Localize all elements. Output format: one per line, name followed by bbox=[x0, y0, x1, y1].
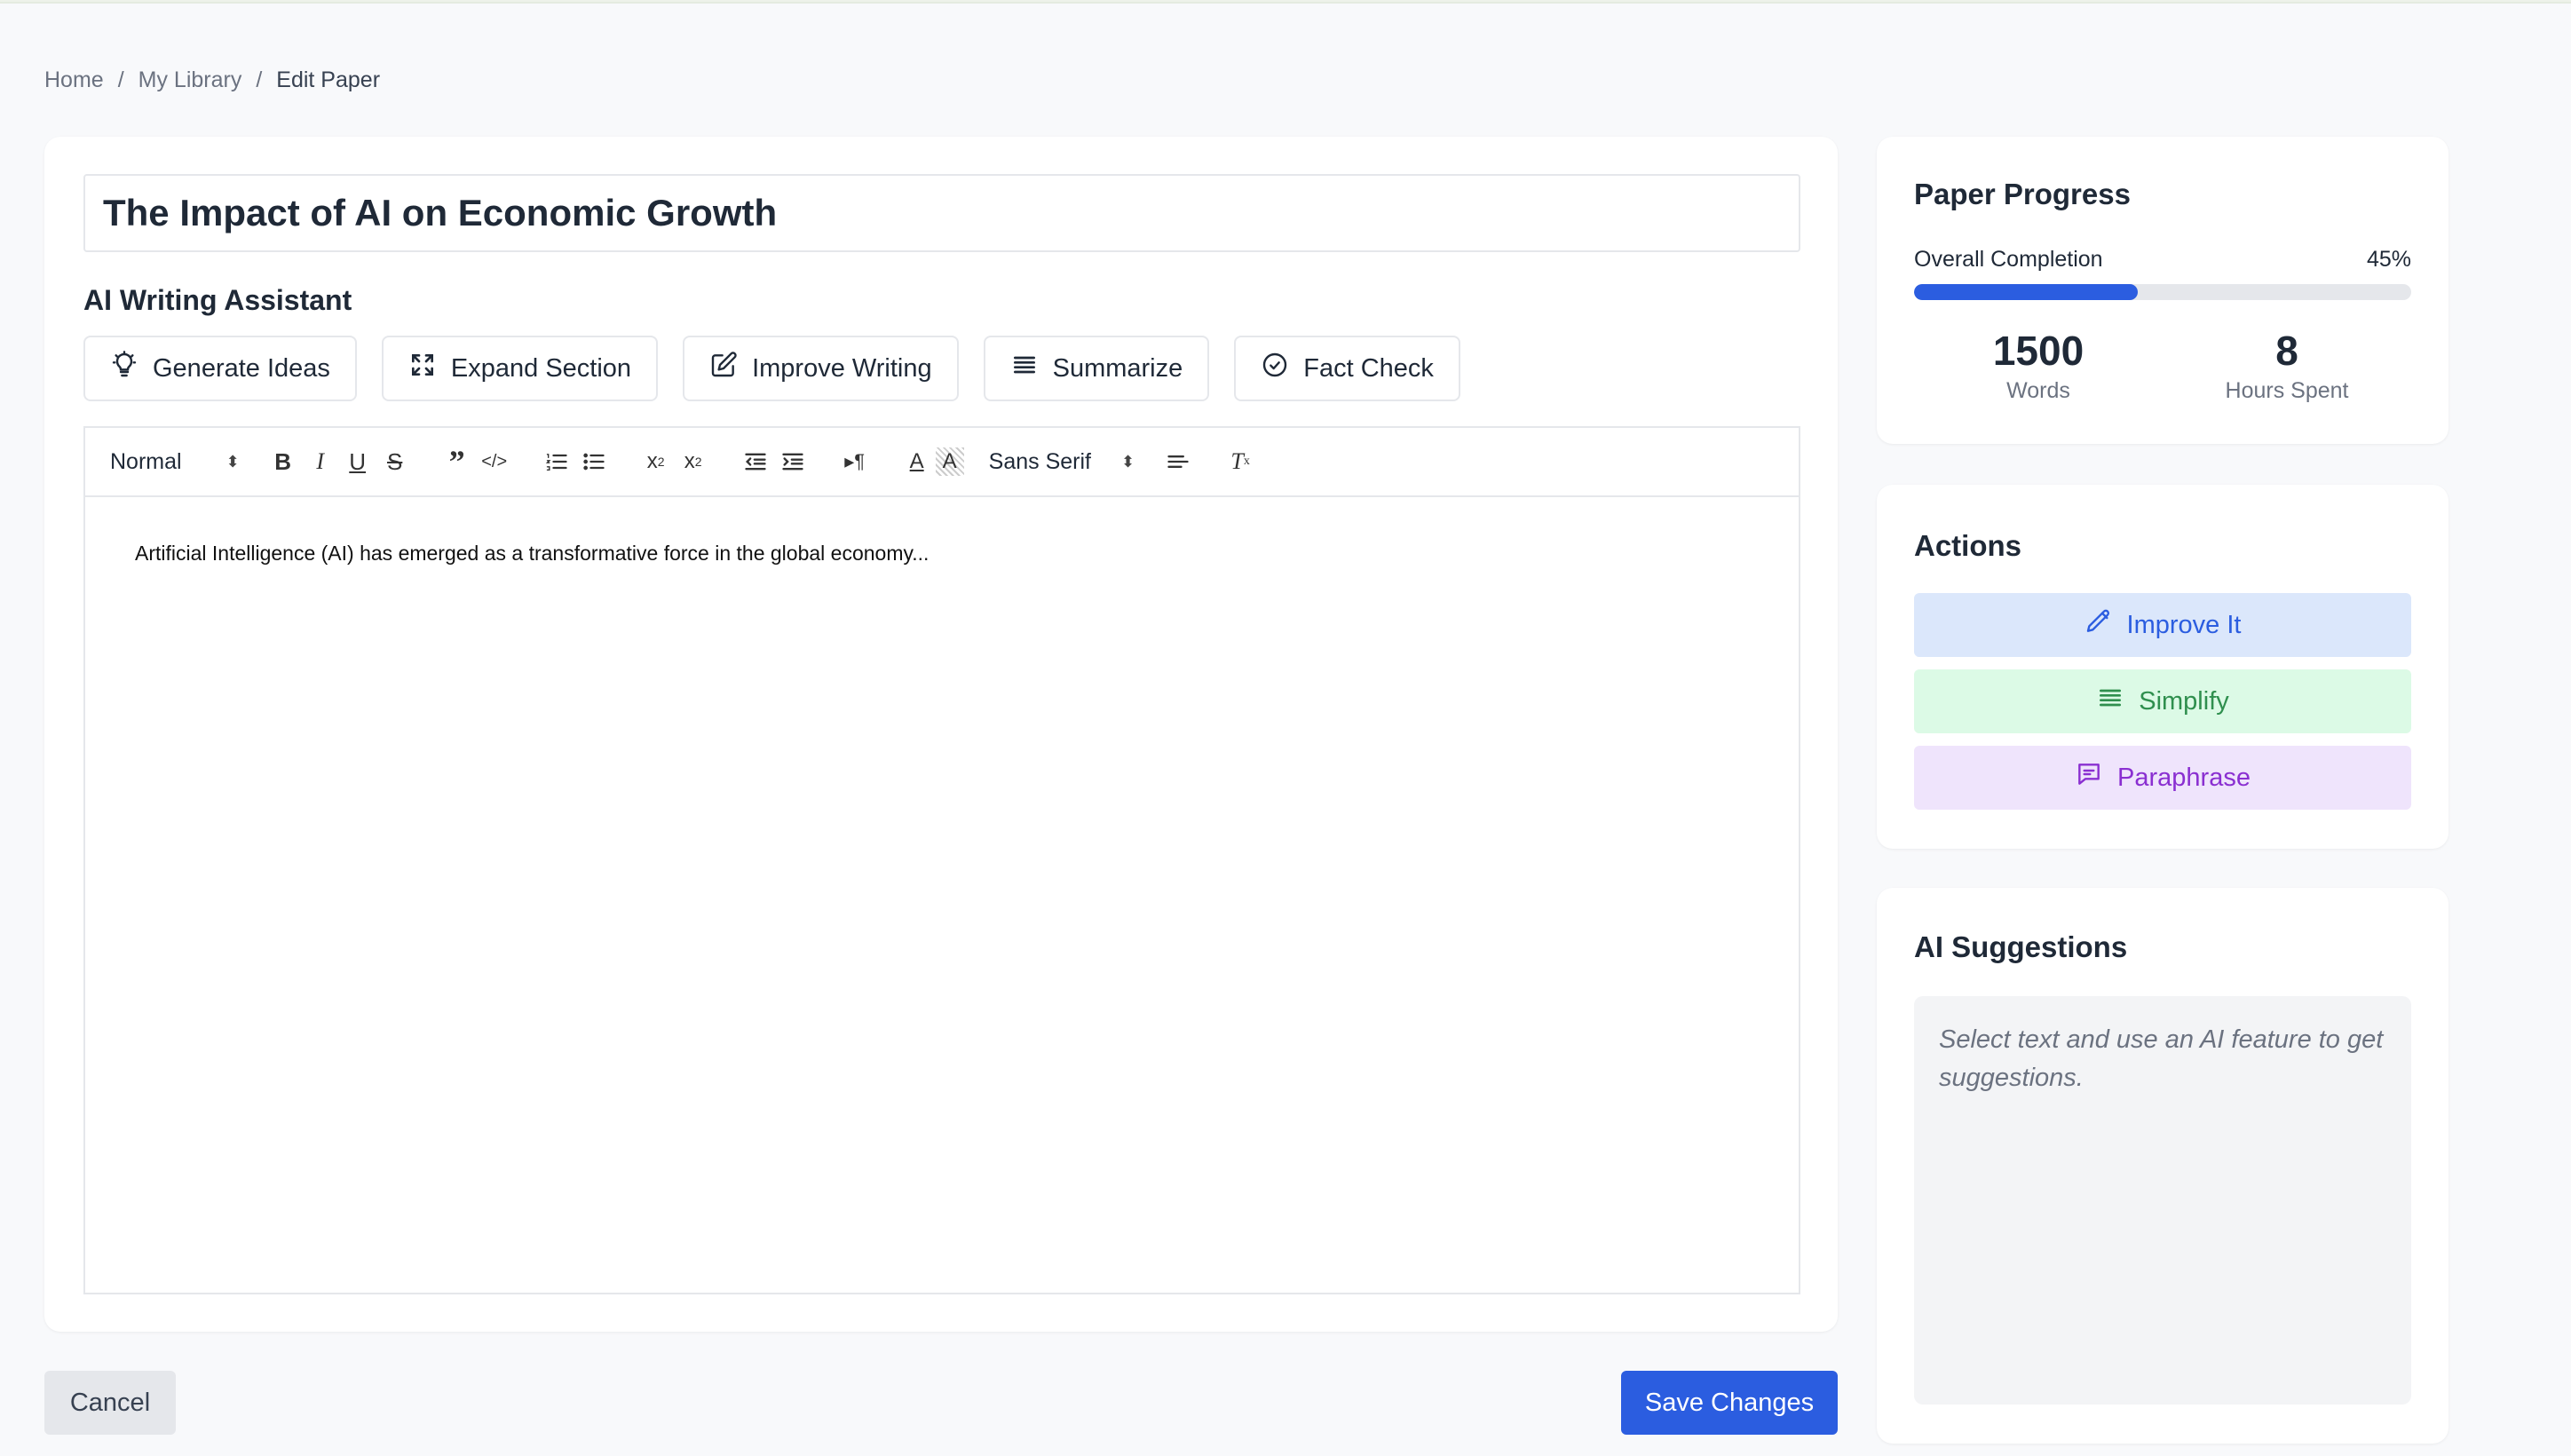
heading-select[interactable]: Normal ⬍ bbox=[110, 449, 240, 475]
underline-button[interactable]: U bbox=[339, 443, 376, 480]
progress-bar-fill bbox=[1914, 284, 2138, 300]
blockquote-icon[interactable]: ” bbox=[439, 443, 476, 480]
progress-bar bbox=[1914, 284, 2411, 300]
summarize-button[interactable]: Summarize bbox=[983, 336, 1210, 401]
breadcrumb-separator: / bbox=[117, 67, 124, 92]
hours-label: Hours Spent bbox=[2225, 378, 2349, 403]
improve-writing-button[interactable]: Improve Writing bbox=[683, 336, 959, 401]
fact-check-label: Fact Check bbox=[1303, 353, 1434, 383]
words-stat: 1500 Words bbox=[1914, 327, 2163, 404]
hours-value: 8 bbox=[2275, 328, 2298, 374]
generate-ideas-button[interactable]: Generate Ideas bbox=[83, 336, 357, 401]
paper-title-input[interactable]: The Impact of AI on Economic Growth bbox=[83, 174, 1800, 252]
code-block-icon[interactable]: </> bbox=[476, 443, 513, 480]
top-border bbox=[0, 0, 2571, 4]
font-color-icon[interactable]: A bbox=[898, 443, 936, 480]
clear-format-icon[interactable]: Tx bbox=[1222, 443, 1259, 480]
font-select-value: Sans Serif bbox=[988, 448, 1092, 474]
background-color-icon[interactable]: A bbox=[935, 447, 964, 476]
breadcrumb-current: Edit Paper bbox=[276, 67, 381, 92]
improve-writing-label: Improve Writing bbox=[752, 353, 932, 383]
subscript-icon[interactable]: x2 bbox=[637, 443, 675, 480]
ai-assistant-heading: AI Writing Assistant bbox=[83, 284, 352, 316]
simplify-label: Simplify bbox=[2139, 686, 2229, 716]
bold-button[interactable]: B bbox=[265, 443, 302, 480]
paper-progress-card: Paper Progress Overall Completion 45% 15… bbox=[1877, 137, 2448, 444]
simplify-button[interactable]: Simplify bbox=[1914, 669, 2411, 733]
bullet-list-icon[interactable] bbox=[575, 443, 613, 480]
paraphrase-button[interactable]: Paraphrase bbox=[1914, 746, 2411, 810]
outdent-icon[interactable] bbox=[737, 443, 774, 480]
select-caret-icon: ⬍ bbox=[225, 452, 240, 471]
improve-it-button[interactable]: Improve It bbox=[1914, 593, 2411, 657]
words-label: Words bbox=[2006, 378, 2070, 403]
completion-percent: 45% bbox=[2366, 247, 2411, 272]
actions-card: Actions Improve It Simplify Paraphrase bbox=[1877, 485, 2448, 849]
lines-icon bbox=[2096, 684, 2124, 719]
words-value: 1500 bbox=[1992, 328, 2084, 374]
breadcrumb-library[interactable]: My Library bbox=[138, 67, 242, 93]
italic-button[interactable]: I bbox=[302, 443, 339, 480]
paraphrase-label: Paraphrase bbox=[2117, 763, 2251, 792]
ai-suggestions-card: AI Suggestions Select text and use an AI… bbox=[1877, 888, 2448, 1444]
pencil-icon bbox=[2084, 607, 2113, 643]
check-circle-icon bbox=[1261, 351, 1289, 386]
suggestions-placeholder: Select text and use an AI feature to get… bbox=[1914, 996, 2411, 1405]
editor-card: The Impact of AI on Economic Growth AI W… bbox=[44, 137, 1838, 1332]
expand-section-button[interactable]: Expand Section bbox=[381, 336, 659, 401]
breadcrumb-separator: / bbox=[256, 67, 263, 92]
fact-check-button[interactable]: Fact Check bbox=[1234, 336, 1460, 401]
hours-stat: 8 Hours Spent bbox=[2163, 327, 2411, 404]
summarize-label: Summarize bbox=[1052, 353, 1183, 383]
indent-icon[interactable] bbox=[774, 443, 811, 480]
overall-completion-label: Overall Completion bbox=[1914, 247, 2103, 272]
cancel-button[interactable]: Cancel bbox=[44, 1371, 176, 1435]
strike-button[interactable]: S bbox=[376, 443, 414, 480]
editor-content[interactable]: Artificial Intelligence (AI) has emerged… bbox=[83, 495, 1800, 1294]
save-changes-button[interactable]: Save Changes bbox=[1621, 1371, 1838, 1435]
actions-title: Actions bbox=[1914, 529, 2022, 562]
paper-progress-title: Paper Progress bbox=[1914, 178, 2131, 210]
expand-section-label: Expand Section bbox=[450, 353, 632, 383]
edit-icon bbox=[709, 351, 738, 386]
expand-icon bbox=[408, 351, 437, 386]
lightbulb-icon bbox=[110, 351, 138, 386]
ai-assistant-buttons: Generate Ideas Expand Section Improve Wr… bbox=[83, 336, 1460, 401]
generate-ideas-label: Generate Ideas bbox=[153, 353, 330, 383]
select-caret-icon: ⬍ bbox=[1121, 452, 1135, 471]
font-select[interactable]: Sans Serif ⬍ bbox=[989, 449, 1135, 475]
ai-suggestions-title: AI Suggestions bbox=[1914, 930, 2128, 963]
heading-select-value: Normal bbox=[110, 448, 182, 474]
text-direction-icon[interactable]: ▸¶ bbox=[836, 443, 874, 480]
superscript-icon[interactable]: x2 bbox=[675, 443, 712, 480]
breadcrumb: Home / My Library / Edit Paper bbox=[44, 67, 380, 93]
editor-toolbar: Normal ⬍ B I U S ” </> x2 x2 ▸¶ A A Sans… bbox=[83, 426, 1800, 495]
improve-it-label: Improve It bbox=[2126, 610, 2242, 639]
breadcrumb-home[interactable]: Home bbox=[44, 67, 104, 93]
align-left-icon[interactable] bbox=[1159, 443, 1197, 480]
ordered-list-icon[interactable] bbox=[538, 443, 575, 480]
lines-icon bbox=[1010, 351, 1039, 386]
chat-icon bbox=[2075, 760, 2103, 795]
